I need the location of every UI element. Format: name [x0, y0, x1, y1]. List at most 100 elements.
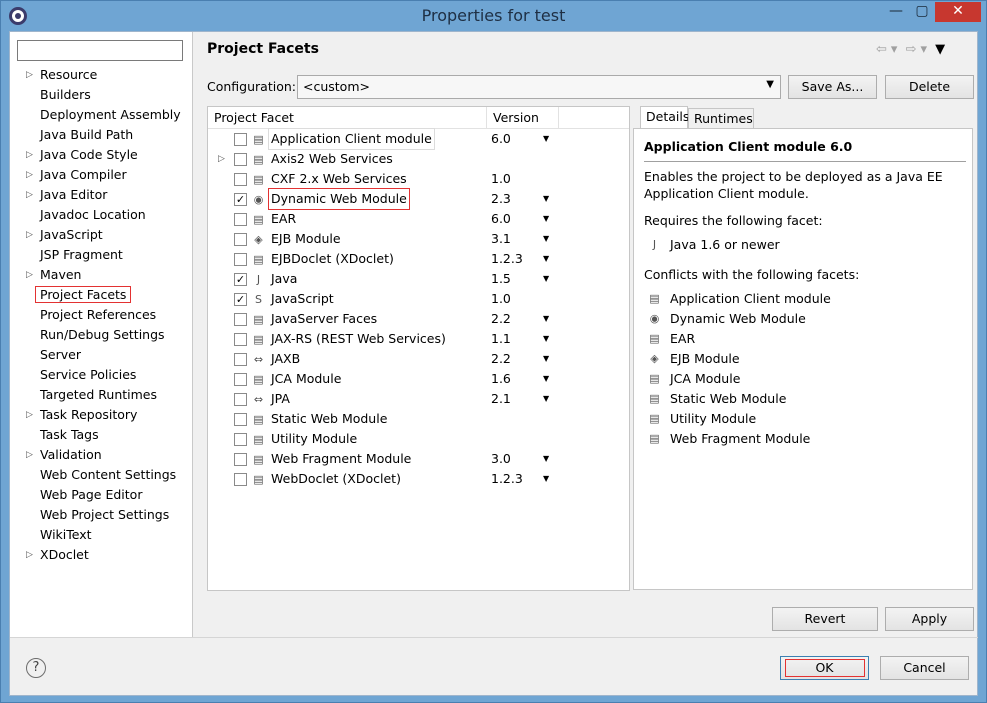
delete-button[interactable]: Delete — [885, 75, 974, 99]
facet-version[interactable]: 3.0 — [491, 449, 511, 469]
title-bar[interactable]: Properties for test — ▢ ✕ — [1, 1, 986, 31]
forward-menu-icon[interactable]: ▾ — [920, 42, 927, 57]
sidebar-item[interactable]: WikiText — [10, 525, 193, 545]
facet-checkbox[interactable] — [234, 453, 247, 466]
expand-arrow-icon[interactable]: ▷ — [26, 445, 33, 465]
table-row[interactable]: ✓ J Java 1.5 ▼ — [208, 269, 629, 289]
cancel-button[interactable]: Cancel — [880, 656, 969, 680]
facet-version[interactable]: 6.0 — [491, 129, 511, 149]
facet-version[interactable]: 2.3 — [491, 189, 511, 209]
sidebar-item[interactable]: Web Content Settings — [10, 465, 193, 485]
facet-checkbox[interactable] — [234, 333, 247, 346]
version-dropdown-icon[interactable]: ▼ — [543, 309, 549, 329]
sidebar-item[interactable]: Deployment Assembly — [10, 105, 193, 125]
table-row[interactable]: ▤ EAR 6.0 ▼ — [208, 209, 629, 229]
facet-checkbox[interactable] — [234, 253, 247, 266]
minimize-button[interactable]: — — [883, 2, 909, 22]
facet-version[interactable]: 2.2 — [491, 309, 511, 329]
maximize-button[interactable]: ▢ — [909, 2, 935, 22]
facet-version[interactable]: 1.2.3 — [491, 249, 523, 269]
table-row[interactable]: ✓ S JavaScript 1.0 — [208, 289, 629, 309]
facet-checkbox[interactable] — [234, 413, 247, 426]
apply-button[interactable]: Apply — [885, 607, 974, 631]
facet-version[interactable]: 1.2.3 — [491, 469, 523, 489]
sidebar-item[interactable]: Web Project Settings — [10, 505, 193, 525]
expand-arrow-icon[interactable]: ▷ — [26, 165, 33, 185]
sidebar-item[interactable]: ▷ Task Repository — [10, 405, 193, 425]
table-row[interactable]: ▤ EJBDoclet (XDoclet) 1.2.3 ▼ — [208, 249, 629, 269]
configuration-select[interactable]: <custom> ▼ — [297, 75, 781, 99]
sidebar-item[interactable]: ▷ Resource — [10, 65, 193, 85]
tab-details[interactable]: Details — [640, 106, 689, 129]
version-dropdown-icon[interactable]: ▼ — [543, 469, 549, 489]
ok-button[interactable]: OK — [780, 656, 869, 680]
table-row[interactable]: ▤ Static Web Module — [208, 409, 629, 429]
sidebar-item[interactable]: Builders — [10, 85, 193, 105]
version-dropdown-icon[interactable]: ▼ — [543, 229, 549, 249]
version-dropdown-icon[interactable]: ▼ — [543, 449, 549, 469]
expand-arrow-icon[interactable]: ▷ — [26, 545, 33, 565]
table-row[interactable]: ✓ ◉ Dynamic Web Module 2.3 ▼ — [208, 188, 629, 210]
sidebar-item[interactable]: ▷ Java Compiler — [10, 165, 193, 185]
back-menu-icon[interactable]: ▾ — [891, 42, 898, 57]
facet-checkbox[interactable] — [234, 393, 247, 406]
revert-button[interactable]: Revert — [772, 607, 878, 631]
back-arrow-icon[interactable]: ⇦ — [876, 42, 887, 57]
facet-checkbox[interactable] — [234, 153, 247, 166]
facet-version[interactable]: 1.1 — [491, 329, 511, 349]
save-as-button[interactable]: Save As... — [788, 75, 877, 99]
sidebar-item[interactable]: Run/Debug Settings — [10, 325, 193, 345]
view-menu-icon[interactable]: ▼ — [935, 42, 945, 57]
facet-version[interactable]: 2.1 — [491, 389, 511, 409]
facet-checkbox[interactable] — [234, 133, 247, 146]
sidebar-item[interactable]: Targeted Runtimes — [10, 385, 193, 405]
close-button[interactable]: ✕ — [935, 2, 981, 22]
sidebar-item[interactable]: Java Build Path — [10, 125, 193, 145]
sidebar-item[interactable]: ▷ Java Code Style — [10, 145, 193, 165]
expand-arrow-icon[interactable]: ▷ — [26, 225, 33, 245]
table-row[interactable]: ▤ JCA Module 1.6 ▼ — [208, 369, 629, 389]
table-row[interactable]: ▷ ▤ Axis2 Web Services — [208, 149, 629, 169]
version-dropdown-icon[interactable]: ▼ — [543, 349, 549, 369]
sidebar-item[interactable]: Task Tags — [10, 425, 193, 445]
facet-checkbox[interactable] — [234, 373, 247, 386]
facet-checkbox[interactable]: ✓ — [234, 193, 247, 206]
table-row[interactable]: ⇔ JAXB 2.2 ▼ — [208, 349, 629, 369]
version-dropdown-icon[interactable]: ▼ — [543, 209, 549, 229]
column-header-facet[interactable]: Project Facet — [208, 107, 487, 129]
sidebar-item[interactable]: Javadoc Location — [10, 205, 193, 225]
sidebar-item[interactable]: Project Facets — [10, 285, 193, 305]
expand-arrow-icon[interactable]: ▷ — [26, 65, 33, 85]
column-header-version[interactable]: Version — [487, 107, 559, 129]
tab-runtimes[interactable]: Runtimes — [688, 108, 754, 128]
facet-checkbox[interactable] — [234, 313, 247, 326]
table-row[interactable]: ▤ Utility Module — [208, 429, 629, 449]
facet-checkbox[interactable] — [234, 433, 247, 446]
forward-arrow-icon[interactable]: ⇨ — [906, 42, 917, 57]
table-row[interactable]: ▤ WebDoclet (XDoclet) 1.2.3 ▼ — [208, 469, 629, 489]
help-icon[interactable]: ? — [26, 658, 46, 678]
version-dropdown-icon[interactable]: ▼ — [543, 369, 549, 389]
table-row[interactable]: ▤ CXF 2.x Web Services 1.0 — [208, 169, 629, 189]
filter-input[interactable] — [17, 40, 183, 61]
sidebar-item[interactable]: ▷ Validation — [10, 445, 193, 465]
expand-arrow-icon[interactable]: ▷ — [218, 149, 225, 169]
version-dropdown-icon[interactable]: ▼ — [543, 189, 549, 209]
facet-checkbox[interactable]: ✓ — [234, 293, 247, 306]
expand-arrow-icon[interactable]: ▷ — [26, 265, 33, 285]
sidebar-item[interactable]: JSP Fragment — [10, 245, 193, 265]
version-dropdown-icon[interactable]: ▼ — [543, 129, 549, 149]
sidebar-item[interactable]: Service Policies — [10, 365, 193, 385]
facet-checkbox[interactable] — [234, 213, 247, 226]
table-row[interactable]: ▤ JavaServer Faces 2.2 ▼ — [208, 309, 629, 329]
facet-checkbox[interactable]: ✓ — [234, 273, 247, 286]
sidebar-item[interactable]: ▷ JavaScript — [10, 225, 193, 245]
facet-version[interactable]: 2.2 — [491, 349, 511, 369]
sidebar-item[interactable]: ▷ Maven — [10, 265, 193, 285]
facet-checkbox[interactable] — [234, 173, 247, 186]
expand-arrow-icon[interactable]: ▷ — [26, 185, 33, 205]
version-dropdown-icon[interactable]: ▼ — [543, 269, 549, 289]
facet-version[interactable]: 1.5 — [491, 269, 511, 289]
sidebar-item[interactable]: Web Page Editor — [10, 485, 193, 505]
table-row[interactable]: ⇔ JPA 2.1 ▼ — [208, 389, 629, 409]
